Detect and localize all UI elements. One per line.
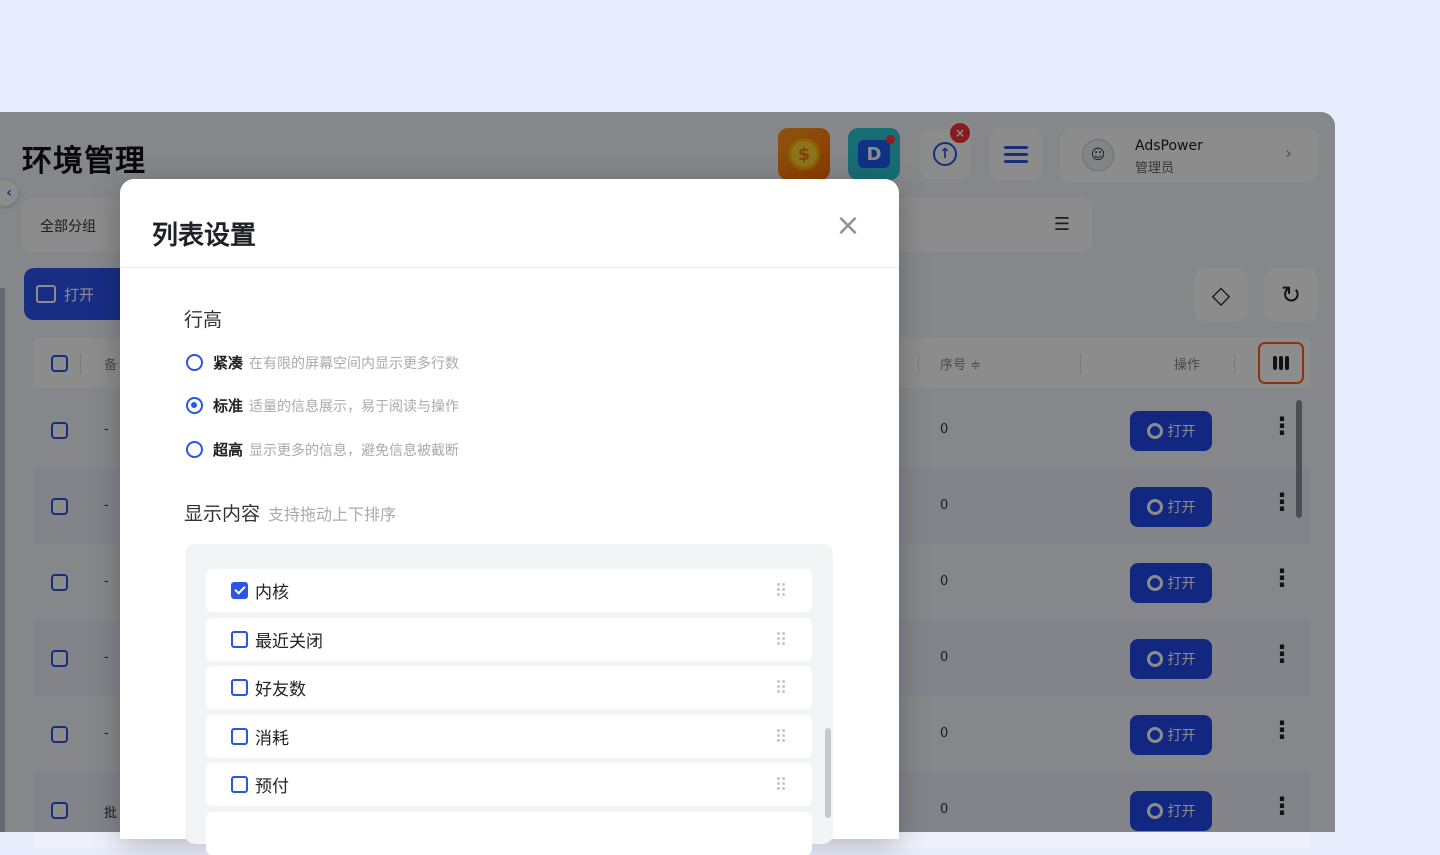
column-item-label: 消耗 <box>255 729 289 749</box>
drag-handle-icon[interactable] <box>776 728 786 744</box>
drag-handle-icon[interactable] <box>776 631 786 647</box>
row-height-option-standard[interactable]: 标准 适量的信息展示，易于阅读与操作 <box>186 395 459 416</box>
option-desc: 在有限的屏幕空间内显示更多行数 <box>249 355 460 372</box>
row-height-option-compact[interactable]: 紧凑 在有限的屏幕空间内显示更多行数 <box>186 352 459 373</box>
radio-standard[interactable] <box>186 397 203 414</box>
column-list-panel: 内核 最近关闭 好友数 消耗 预付 <box>185 544 833 855</box>
drag-handle-icon[interactable] <box>776 679 786 695</box>
column-item-consumption[interactable]: 消耗 <box>206 715 812 758</box>
option-label: 标准 <box>213 397 244 415</box>
option-desc: 适量的信息展示，易于阅读与操作 <box>249 398 460 415</box>
display-content-hint: 支持拖动上下排序 <box>268 505 397 524</box>
column-list-scrollbar[interactable] <box>825 728 831 818</box>
close-icon[interactable]: × <box>834 211 862 241</box>
column-item-friends[interactable]: 好友数 <box>206 666 812 709</box>
column-item-label: 最近关闭 <box>255 632 323 652</box>
column-item-kernel[interactable]: 内核 <box>206 569 812 612</box>
row-height-option-tall[interactable]: 超高 显示更多的信息，避免信息被截断 <box>186 439 459 460</box>
checkbox[interactable] <box>231 679 248 696</box>
option-desc: 显示更多的信息，避免信息被截断 <box>249 442 460 459</box>
list-settings-dialog: 列表设置 × 行高 紧凑 在有限的屏幕空间内显示更多行数 标准 适量的信息展示，… <box>120 179 899 855</box>
column-item-label: 内核 <box>255 583 289 603</box>
drag-handle-icon[interactable] <box>776 776 786 792</box>
column-item-label: 预付 <box>255 777 289 797</box>
checkbox-checked[interactable] <box>231 582 248 599</box>
column-item-last-closed[interactable]: 最近关闭 <box>206 618 812 661</box>
radio-tall[interactable] <box>186 441 203 458</box>
column-item-label: 好友数 <box>255 680 306 700</box>
divider <box>120 267 899 268</box>
row-height-label: 行高 <box>184 309 223 331</box>
radio-compact[interactable] <box>186 354 203 371</box>
checkbox[interactable] <box>231 776 248 793</box>
display-content-label: 显示内容 支持拖动上下排序 <box>184 499 396 526</box>
column-item-prepaid[interactable]: 预付 <box>206 763 812 806</box>
dialog-title: 列表设置 <box>152 221 257 251</box>
option-label: 超高 <box>213 441 244 459</box>
column-item-next[interactable] <box>206 812 812 855</box>
drag-handle-icon[interactable] <box>776 582 786 598</box>
option-label: 紧凑 <box>213 354 244 372</box>
display-content-title: 显示内容 <box>184 503 261 525</box>
checkbox[interactable] <box>231 728 248 745</box>
checkbox[interactable] <box>231 631 248 648</box>
